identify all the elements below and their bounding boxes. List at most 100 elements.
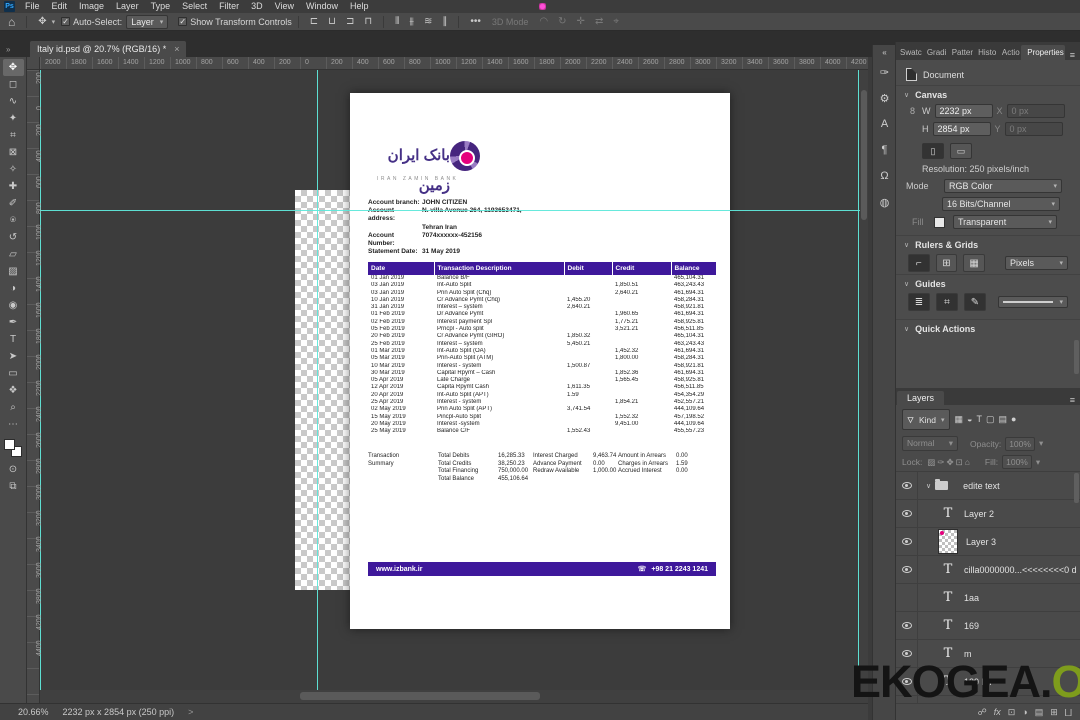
horizontal-ruler[interactable]: 2000 1800 1600 1400 1200 1000 800 600 400 200 0 200… [40, 57, 868, 70]
align-vertical-centers-icon[interactable]: ⊔ [323, 13, 341, 31]
filter-smart-objects-icon[interactable]: ▤ [997, 414, 1010, 425]
shape-tool[interactable]: ▭ [3, 365, 24, 382]
layer-filter-kind-dropdown[interactable]: 🜄 Kind ▾ [902, 409, 950, 430]
layer-row[interactable]: T 169 [896, 612, 1080, 640]
canvas-vertical-scrollbar[interactable] [860, 70, 868, 690]
ruler-units-dropdown[interactable]: Pixels ▾ [1004, 256, 1069, 270]
eyedropper-tool[interactable]: ✧ [3, 161, 24, 178]
tab-histo[interactable]: Histo [974, 45, 998, 60]
auto-select-target-dropdown[interactable]: Layer ▾ [126, 14, 169, 29]
distribute-right-icon[interactable]: ∥ [437, 13, 452, 31]
brush-tool[interactable]: ✐ [3, 195, 24, 212]
tab-overflow-chevrons-icon[interactable]: » [6, 45, 11, 54]
tab-actio[interactable]: Actio [998, 45, 1021, 60]
hand-tool[interactable]: ❖ [3, 382, 24, 399]
more-options-icon[interactable]: ••• [465, 13, 486, 31]
expand-panels-chevrons-icon[interactable]: « [873, 45, 896, 59]
vertical-ruler[interactable]: 200 0 200 400 600 800 1000 1200 1400 1600 1800 2000… [27, 70, 43, 703]
menu-help[interactable]: Help [344, 0, 375, 13]
eye-icon[interactable] [901, 538, 912, 545]
3d-roll-icon[interactable]: ↻ [553, 13, 571, 31]
document-tab[interactable]: Italy id.psd @ 20.7% (RGB/16) * × [30, 41, 187, 57]
distribute-center-icon[interactable]: ⫵ [404, 13, 419, 31]
close-icon[interactable]: × [174, 44, 179, 54]
guide-vertical-right[interactable] [858, 70, 859, 690]
status-chevron-icon[interactable]: > [188, 707, 193, 717]
character-panel-icon[interactable]: A [873, 111, 896, 137]
visibility-cell[interactable] [896, 612, 918, 639]
toggle-guides-icon[interactable]: ≣ [908, 293, 930, 311]
edit-guides-icon[interactable]: ✎ [964, 293, 986, 311]
tab-gradi[interactable]: Gradi [923, 45, 948, 60]
home-icon[interactable]: ⌂ [0, 13, 20, 31]
auto-select-checkbox[interactable]: ✓ [61, 17, 71, 26]
glyphs-panel-icon[interactable]: Ω [873, 163, 896, 189]
layer-row[interactable]: T 1aa [896, 584, 1080, 612]
eye-icon[interactable] [901, 566, 912, 573]
healing-brush-tool[interactable]: ✚ [3, 178, 24, 195]
filter-toggle-icon[interactable]: ● [1009, 414, 1018, 425]
menu-file[interactable]: File [19, 0, 46, 13]
guide-style-dropdown[interactable]: ▾ [998, 296, 1068, 308]
type-tool[interactable]: T [3, 331, 24, 348]
menu-image[interactable]: Image [73, 0, 110, 13]
orientation-portrait-button[interactable]: ▯ [922, 143, 944, 159]
move-tool[interactable]: ✥ [2, 59, 24, 76]
menu-view[interactable]: View [269, 0, 300, 13]
marquee-tool[interactable]: ◻ [3, 76, 24, 93]
menu-layer[interactable]: Layer [110, 0, 145, 13]
zoom-tool[interactable]: ⌕ [3, 399, 24, 416]
bank-statement-document[interactable]: بانک ایران زمین IRAN ZAMIN BANK Account … [350, 93, 730, 629]
section-quick-actions[interactable]: ∨ Quick Actions [896, 319, 1080, 336]
layer-row[interactable]: ∨ edite text [896, 472, 1080, 500]
layer-row[interactable]: Tcilla0000000...<<<<<<<<0 d [896, 556, 1080, 584]
filter-type-layers-icon[interactable]: T [974, 414, 984, 425]
new-layer-icon[interactable]: ⊞ [1050, 707, 1058, 718]
menu-type[interactable]: Type [145, 0, 177, 13]
lock-pixels-icon[interactable]: ✑ [936, 457, 945, 468]
3d-orbit-icon[interactable]: ◠ [534, 13, 553, 31]
toggle-rulers-icon[interactable]: ⌐ [908, 254, 930, 272]
layer-row[interactable]: Layer 3 [896, 528, 1080, 556]
lock-all-icon[interactable]: ⌂ [964, 457, 971, 468]
section-guides[interactable]: ∨ Guides [896, 274, 1080, 291]
visibility-cell[interactable] [896, 528, 918, 555]
link-layers-icon[interactable]: ☍ [978, 707, 987, 718]
frame-tool[interactable]: ⊠ [3, 144, 24, 161]
visibility-cell[interactable] [896, 584, 918, 611]
menu-select[interactable]: Select [176, 0, 213, 13]
move-tool-option-icon[interactable]: ✥ [33, 13, 51, 31]
pen-tool[interactable]: ✒ [3, 314, 24, 331]
tab-swatc[interactable]: Swatc [896, 45, 923, 60]
path-selection-tool[interactable]: ➤ [3, 348, 24, 365]
section-rulers-grids[interactable]: ∨ Rulers & Grids [896, 235, 1080, 252]
guide-vertical-mid[interactable] [317, 70, 318, 690]
adjustment-layer-icon[interactable]: ◑ [1022, 707, 1027, 717]
lock-artboard-icon[interactable]: ⊡ [955, 457, 964, 468]
distribute-left-icon[interactable]: ⫴ [390, 13, 404, 31]
visibility-cell[interactable] [896, 500, 918, 527]
eraser-tool[interactable]: ▱ [3, 246, 24, 263]
section-canvas[interactable]: ∨ Canvas [896, 85, 1080, 102]
bit-depth-dropdown[interactable]: 16 Bits/Channel ▾ [942, 197, 1060, 211]
layer-effects-icon[interactable]: fx [994, 707, 1001, 717]
quick-mask-icon[interactable]: ⊙ [3, 461, 24, 478]
eye-icon[interactable] [901, 482, 912, 489]
blend-mode-dropdown[interactable]: Normal ▾ [902, 436, 958, 451]
canvas-height-field[interactable]: 2854 px [932, 122, 991, 136]
lock-guides-icon[interactable]: ⌗ [936, 293, 958, 311]
filter-pixel-layers-icon[interactable]: ▦ [953, 414, 966, 425]
link-dimensions-icon[interactable]: 8 [910, 106, 915, 116]
lock-transparent-icon[interactable]: ▨ [926, 457, 936, 468]
blur-tool[interactable]: ◑ [3, 280, 24, 297]
eye-icon[interactable] [901, 622, 912, 629]
filter-adjustment-layers-icon[interactable]: ◒ [965, 414, 974, 425]
libraries-panel-icon[interactable]: ◍ [873, 189, 896, 215]
align-right-edges-icon[interactable]: ⊐ [341, 13, 359, 31]
chevron-down-icon[interactable]: ∨ [926, 482, 931, 490]
quick-selection-tool[interactable]: ✦ [3, 110, 24, 127]
filter-shape-layers-icon[interactable]: ▢ [984, 414, 997, 425]
lock-position-icon[interactable]: ✥ [945, 457, 954, 468]
menu-3d[interactable]: 3D [245, 0, 269, 13]
new-group-icon[interactable]: ▤ [1035, 707, 1044, 718]
